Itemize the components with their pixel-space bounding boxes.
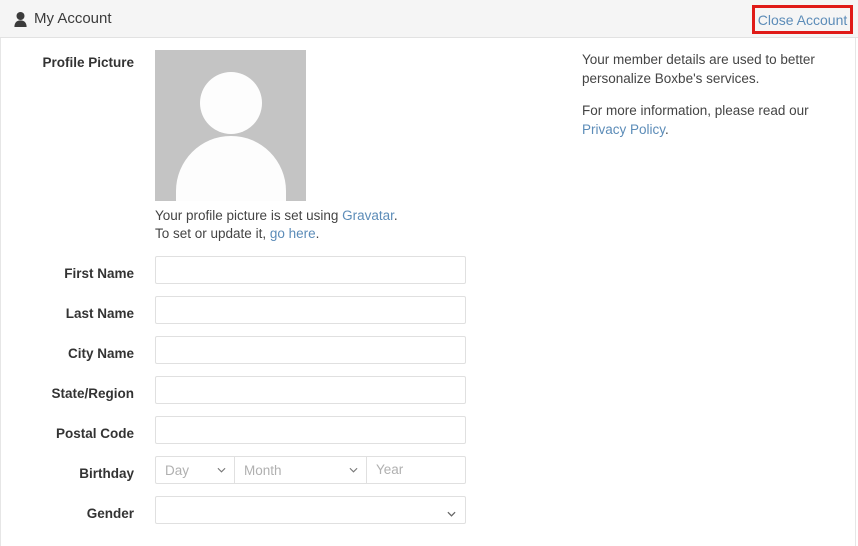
privacy-policy-link[interactable]: Privacy Policy xyxy=(582,122,665,137)
my-account-page: My Account Close Account Your member det… xyxy=(0,0,858,546)
account-form: First Name Last Name City Name State/Reg… xyxy=(1,256,857,536)
user-icon xyxy=(14,11,27,27)
birthday-month-value: Month xyxy=(244,462,282,478)
go-here-link[interactable]: go here xyxy=(270,226,316,241)
birthday-year-value: Year xyxy=(376,462,404,477)
first-name-control xyxy=(155,256,466,284)
form-row-birthday: Birthday Day Month Year xyxy=(1,456,857,496)
caption-line-1-suffix: . xyxy=(393,208,398,223)
form-row-first-name: First Name xyxy=(1,256,857,296)
caption-line-2-suffix: . xyxy=(315,226,320,241)
form-row-state-region: State/Region xyxy=(1,376,857,416)
page-title: My Account xyxy=(14,9,112,29)
last-name-control xyxy=(155,296,466,324)
gravatar-link[interactable]: Gravatar xyxy=(342,208,394,223)
chevron-down-icon xyxy=(217,466,226,475)
gender-label: Gender xyxy=(86,506,134,521)
profile-picture-block: Your profile picture is set using Gravat… xyxy=(155,50,398,243)
form-row-city-name: City Name xyxy=(1,336,857,376)
caption-line-1-prefix: Your profile picture is set using xyxy=(155,208,343,223)
city-name-label: City Name xyxy=(67,346,134,361)
close-account-highlight: Close Account xyxy=(752,5,853,34)
last-name-label: Last Name xyxy=(65,306,134,321)
last-name-input[interactable] xyxy=(155,296,466,324)
chevron-down-icon xyxy=(447,506,456,517)
page-title-text: My Account xyxy=(34,10,112,27)
city-name-control xyxy=(155,336,466,364)
chevron-down-icon xyxy=(349,466,358,475)
state-region-control xyxy=(155,376,466,404)
info-paragraph-2: For more information, please read our Pr… xyxy=(582,101,822,139)
caption-line-2: To set or update it, go here. xyxy=(155,225,398,243)
avatar-head-shape xyxy=(199,72,262,134)
first-name-label: First Name xyxy=(64,266,134,281)
birthday-group: Day Month Year xyxy=(155,456,466,484)
profile-picture-caption: Your profile picture is set using Gravat… xyxy=(155,207,398,243)
postal-code-input[interactable] xyxy=(155,416,466,444)
caption-line-1: Your profile picture is set using Gravat… xyxy=(155,207,398,225)
form-row-postal-code: Postal Code xyxy=(1,416,857,456)
birthday-year-input[interactable]: Year xyxy=(367,456,466,484)
profile-picture-label: Profile Picture xyxy=(42,55,134,70)
postal-code-control xyxy=(155,416,466,444)
form-row-gender: Gender xyxy=(1,496,857,536)
avatar-body-shape xyxy=(175,136,286,201)
info-paragraph-2-suffix: . xyxy=(665,122,669,137)
avatar xyxy=(155,50,306,201)
state-region-input[interactable] xyxy=(155,376,466,404)
close-account-link[interactable]: Close Account xyxy=(758,11,848,29)
birthday-day-value: Day xyxy=(165,462,190,478)
first-name-input[interactable] xyxy=(155,256,466,284)
account-content: Your member details are used to better p… xyxy=(0,38,856,546)
member-details-info: Your member details are used to better p… xyxy=(582,50,822,139)
info-paragraph-2-prefix: For more information, please read our xyxy=(582,103,809,118)
state-region-label: State/Region xyxy=(51,386,134,401)
gender-control xyxy=(155,496,466,524)
caption-line-2-prefix: To set or update it, xyxy=(155,226,270,241)
page-header: My Account Close Account xyxy=(0,0,858,38)
birthday-label: Birthday xyxy=(79,466,134,481)
postal-code-label: Postal Code xyxy=(55,426,134,441)
city-name-input[interactable] xyxy=(155,336,466,364)
birthday-control: Day Month Year xyxy=(155,456,466,484)
gender-select[interactable] xyxy=(155,496,466,524)
birthday-day-select[interactable]: Day xyxy=(155,456,235,484)
birthday-month-select[interactable]: Month xyxy=(235,456,367,484)
form-row-last-name: Last Name xyxy=(1,296,857,336)
info-paragraph-1: Your member details are used to better p… xyxy=(582,52,815,86)
